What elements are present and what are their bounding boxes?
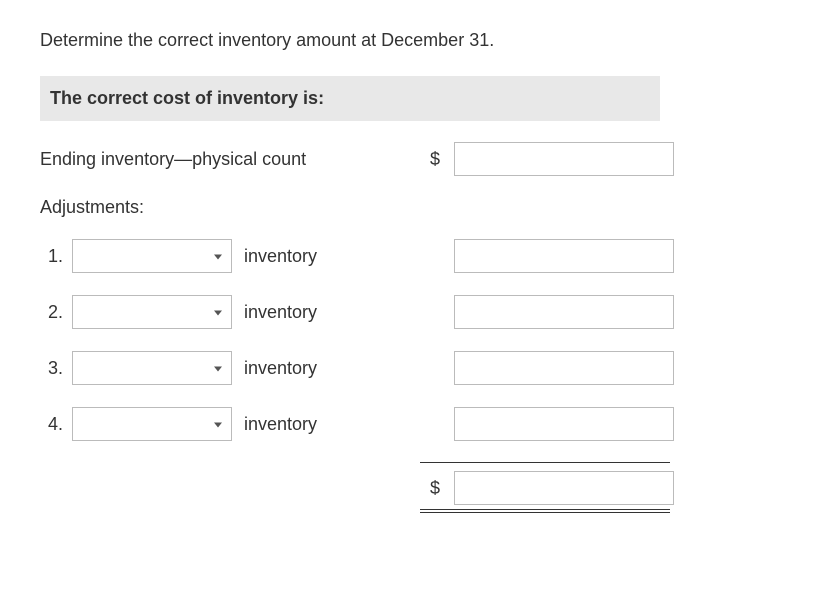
ending-inventory-input[interactable] xyxy=(454,142,674,176)
adjustment-amount-4[interactable] xyxy=(454,407,674,441)
adjustment-number: 3. xyxy=(40,358,72,379)
adjustment-suffix: inventory xyxy=(244,414,317,435)
adjustment-select-4[interactable] xyxy=(72,407,232,441)
adjustment-select-3[interactable] xyxy=(72,351,232,385)
adjustment-row: 1. inventory xyxy=(40,238,791,274)
ending-inventory-label: Ending inventory—physical count xyxy=(40,149,306,170)
currency-symbol: $ xyxy=(420,478,440,499)
adjustment-row: 3. inventory xyxy=(40,350,791,386)
adjustment-suffix: inventory xyxy=(244,246,317,267)
adjustment-select-2[interactable] xyxy=(72,295,232,329)
ending-inventory-row: Ending inventory—physical count $ xyxy=(40,141,791,177)
adjustment-suffix: inventory xyxy=(244,358,317,379)
adjustment-number: 1. xyxy=(40,246,72,267)
total-input[interactable] xyxy=(454,471,674,505)
subtotal-rule xyxy=(420,462,670,463)
adjustment-row: 4. inventory xyxy=(40,406,791,442)
adjustment-number: 2. xyxy=(40,302,72,323)
instruction-text: Determine the correct inventory amount a… xyxy=(40,30,791,51)
adjustment-select-1[interactable] xyxy=(72,239,232,273)
currency-symbol: $ xyxy=(420,149,440,170)
adjustment-row: 2. inventory xyxy=(40,294,791,330)
adjustment-number: 4. xyxy=(40,414,72,435)
adjustment-amount-1[interactable] xyxy=(454,239,674,273)
adjustments-label: Adjustments: xyxy=(40,197,791,218)
adjustment-suffix: inventory xyxy=(244,302,317,323)
adjustment-amount-2[interactable] xyxy=(454,295,674,329)
adjustment-amount-3[interactable] xyxy=(454,351,674,385)
total-double-rule xyxy=(420,509,670,513)
total-row: $ xyxy=(40,471,791,505)
section-header: The correct cost of inventory is: xyxy=(40,76,660,121)
